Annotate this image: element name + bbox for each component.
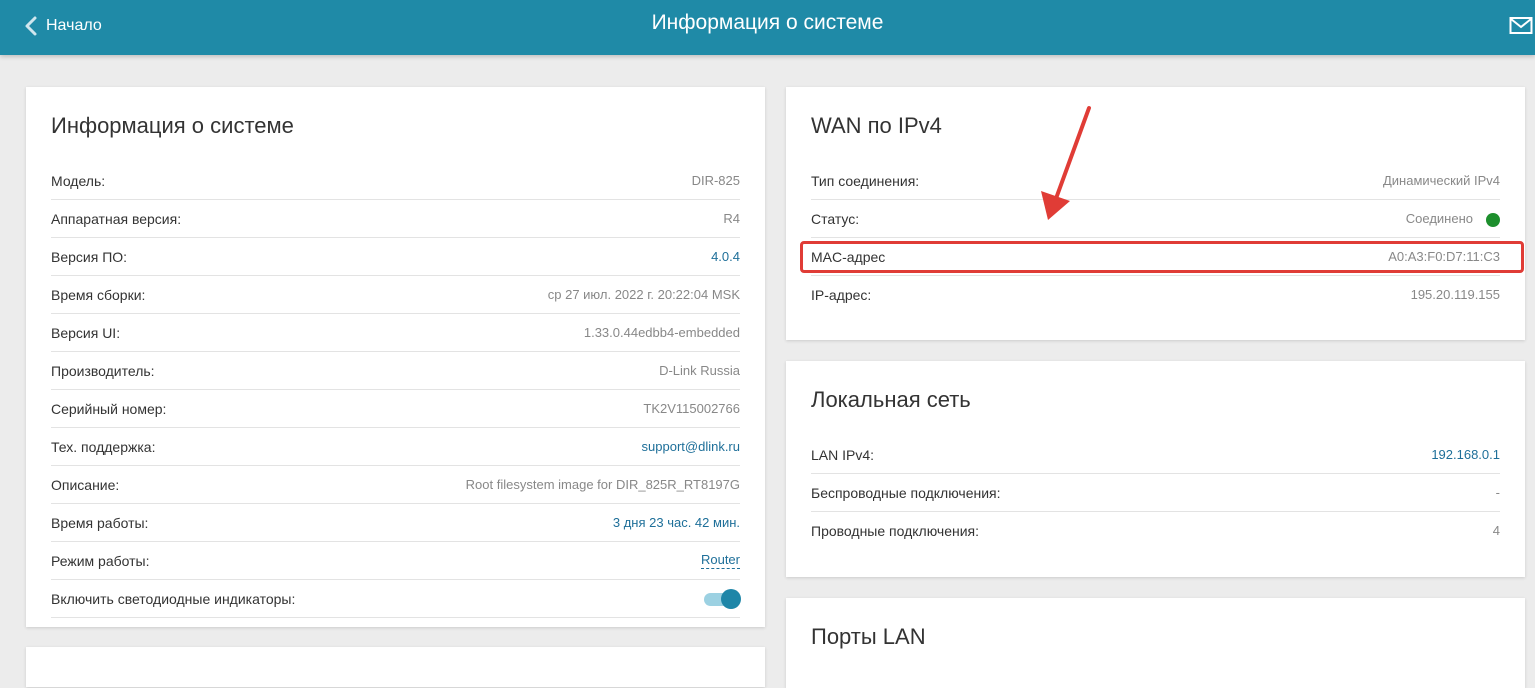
info-row-operation-mode: Режим работы: Router <box>51 542 740 580</box>
mac-address-highlight <box>800 241 1524 273</box>
row-label: Описание: <box>51 476 120 493</box>
row-value: 4 <box>1492 523 1500 538</box>
row-label: IP-адрес: <box>811 286 872 303</box>
lan-ports-card: Порты LAN <box>786 598 1525 688</box>
row-label: Серийный номер: <box>51 400 167 417</box>
row-label: Модель: <box>51 172 106 189</box>
wan-card: WAN по IPv4 Тип соединения: Динамический… <box>786 87 1525 340</box>
row-label: Беспроводные подключения: <box>811 484 1001 501</box>
row-value: Динамический IPv4 <box>1382 173 1500 188</box>
row-label: Тех. поддержка: <box>51 438 156 455</box>
row-label: Версия ПО: <box>51 248 128 265</box>
status-text: Соединено <box>1405 211 1473 227</box>
row-value: - <box>1495 485 1500 500</box>
info-row-manufacturer: Производитель: D-Link Russia <box>51 352 740 390</box>
row-value: ср 27 июл. 2022 г. 20:22:04 MSK <box>547 287 740 302</box>
support-email-link[interactable]: support@dlink.ru <box>642 439 740 454</box>
row-label: Тип соединения: <box>811 172 920 189</box>
info-row-serial-number: Серийный номер: TK2V115002766 <box>51 390 740 428</box>
row-value: TK2V115002766 <box>643 401 740 416</box>
system-info-rows: Модель: DIR-825 Аппаратная версия: R4 Ве… <box>51 162 741 618</box>
wifi-card <box>26 647 765 687</box>
led-indicators-toggle[interactable] <box>704 588 741 609</box>
info-row-hardware-version: Аппаратная версия: R4 <box>51 200 740 238</box>
operation-mode-link[interactable]: Router <box>700 552 740 569</box>
card-title: Порты LAN <box>811 624 926 649</box>
firmware-version-link[interactable]: 4.0.4 <box>711 249 740 264</box>
row-label: Время сборки: <box>51 286 146 303</box>
info-row-model: Модель: DIR-825 <box>51 162 740 200</box>
row-label: Производитель: <box>51 362 155 379</box>
toggle-knob <box>721 588 741 609</box>
row-value: Root filesystem image for DIR_825R_RT819… <box>465 477 740 492</box>
wan-row-ip-address: IP-адрес: 195.20.119.155 <box>811 276 1500 313</box>
row-value: 195.20.119.155 <box>1410 287 1500 302</box>
lan-ip-link[interactable]: 192.168.0.1 <box>1431 447 1500 462</box>
row-label: Проводные подключения: <box>811 522 980 539</box>
info-row-led-indicators: Включить светодиодные индикаторы: <box>51 580 741 618</box>
page-title: Информация о системе <box>651 11 884 34</box>
lan-card: Локальная сеть LAN IPv4: 192.168.0.1 Бес… <box>786 361 1525 577</box>
card-title: Информация о системе <box>51 113 294 138</box>
lan-rows: LAN IPv4: 192.168.0.1 Беспроводные подкл… <box>811 436 1500 549</box>
row-label: LAN IPv4: <box>811 446 875 463</box>
lan-row-wireless: Беспроводные подключения: - <box>811 474 1500 512</box>
card-title: WAN по IPv4 <box>811 113 942 138</box>
row-value: 1.33.0.44edbb4-embedded <box>583 325 740 340</box>
row-label: Версия UI: <box>51 324 121 341</box>
row-label: Режим работы: <box>51 552 150 569</box>
status-value-group: Соединено <box>1405 210 1500 227</box>
status-dot-icon <box>1486 212 1500 227</box>
info-row-description: Описание: Root filesystem image for DIR_… <box>51 466 740 504</box>
row-label: Аппаратная версия: <box>51 210 182 227</box>
row-label: Статус: <box>811 210 860 227</box>
system-info-card: Информация о системе Модель: DIR-825 Апп… <box>26 87 765 627</box>
info-row-firmware-version: Версия ПО: 4.0.4 <box>51 238 740 276</box>
mail-icon[interactable] <box>1509 16 1533 36</box>
info-row-uptime: Время работы: 3 дня 23 час. 42 мин. <box>51 504 740 542</box>
info-row-ui-version: Версия UI: 1.33.0.44edbb4-embedded <box>51 314 740 352</box>
row-label: Включить светодиодные индикаторы: <box>51 590 296 607</box>
info-row-build-time: Время сборки: ср 27 июл. 2022 г. 20:22:0… <box>51 276 740 314</box>
info-row-support: Тех. поддержка: support@dlink.ru <box>51 428 740 466</box>
card-title: Локальная сеть <box>811 387 971 412</box>
annotation-arrow-icon <box>1041 106 1091 220</box>
wan-row-connection-type: Тип соединения: Динамический IPv4 <box>811 162 1500 200</box>
row-value: R4 <box>723 211 740 226</box>
row-label: Время работы: <box>51 514 149 531</box>
row-value: 3 дня 23 час. 42 мин. <box>612 515 740 530</box>
row-value: DIR-825 <box>691 173 740 188</box>
wan-rows: Тип соединения: Динамический IPv4 Статус… <box>811 162 1500 313</box>
wan-row-status: Статус: Соединено <box>811 200 1500 238</box>
top-bar: Начало Информация о системе <box>0 0 1535 55</box>
row-value: D-Link Russia <box>659 363 740 378</box>
lan-row-ipv4: LAN IPv4: 192.168.0.1 <box>811 436 1500 474</box>
lan-row-wired: Проводные подключения: 4 <box>811 512 1500 549</box>
